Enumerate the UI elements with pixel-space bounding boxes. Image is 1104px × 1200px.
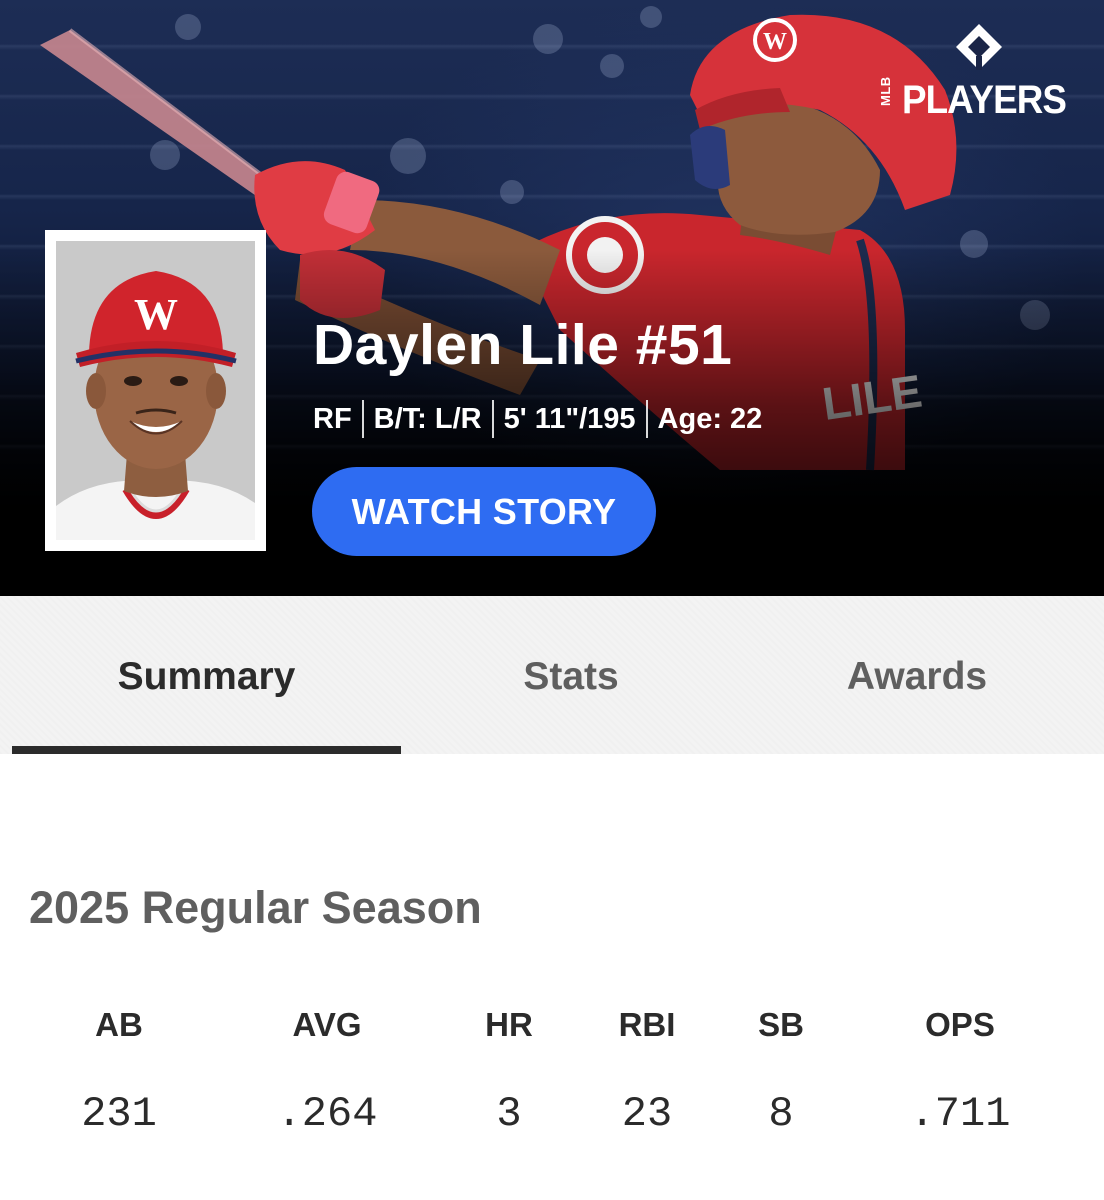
player-hero: W LILE MLB PLAYERS: [0, 0, 1104, 596]
stat-value-avg: .264: [276, 1090, 378, 1138]
meta-divider: [361, 400, 364, 438]
player-age: Age: 22: [657, 402, 763, 435]
svg-text:W: W: [134, 290, 178, 339]
tab-summary[interactable]: Summary: [12, 596, 401, 754]
stat-value-ab: 231: [81, 1090, 157, 1138]
svg-text:W: W: [763, 29, 787, 55]
tab-awards[interactable]: Awards: [741, 596, 1093, 754]
player-position: RF: [313, 402, 352, 435]
stat-label-ops: OPS: [925, 1006, 995, 1043]
tab-stats-label: Stats: [523, 655, 619, 698]
player-height-weight: 5' 11"/195: [503, 402, 636, 435]
season-title: 2025 Regular Season: [29, 882, 482, 933]
stat-label-sb: SB: [758, 1006, 804, 1043]
player-headshot-card: W: [45, 230, 266, 551]
active-tab-indicator: [12, 746, 401, 754]
stat-label-avg: AVG: [292, 1006, 362, 1043]
tab-awards-label: Awards: [846, 655, 988, 698]
stat-label-ab: AB: [95, 1006, 143, 1043]
brand-mlb-text: MLB: [878, 76, 893, 106]
tab-summary-label: Summary: [117, 655, 296, 698]
player-bats-throws: B/T: L/R: [373, 402, 482, 435]
player-headshot-photo: W: [56, 241, 255, 540]
player-bio-line: RF B/T: L/R 5' 11"/195 Age: 22: [313, 400, 762, 438]
brand-players-text: PLAYERS: [902, 78, 1067, 122]
meta-divider: [645, 400, 648, 438]
mlb-players-logo: MLB PLAYERS: [878, 20, 1084, 130]
player-name: Daylen Lile #51: [313, 313, 733, 377]
stat-value-ops: .711: [909, 1090, 1011, 1138]
diamond-logo-icon: [956, 24, 1002, 70]
meta-divider: [491, 400, 494, 438]
profile-tabs: Summary Stats Awards: [0, 596, 1104, 754]
stat-value-sb: 8: [768, 1090, 794, 1138]
watch-story-button[interactable]: WATCH STORY: [312, 467, 656, 556]
tab-stats[interactable]: Stats: [401, 596, 741, 754]
